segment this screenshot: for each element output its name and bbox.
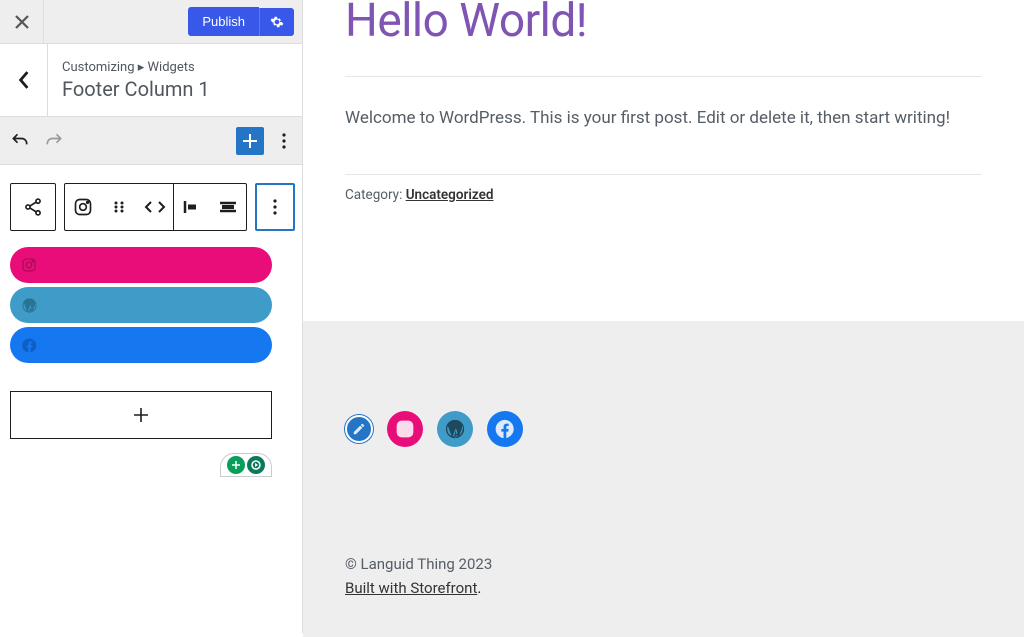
breadcrumb-path: Customizing ▸ Widgets <box>62 60 210 75</box>
add-block-button[interactable] <box>236 127 264 155</box>
post-area: Hello World! Welcome to WordPress. This … <box>303 0 1024 203</box>
instagram-icon <box>395 419 415 439</box>
justify-button[interactable] <box>210 184 246 230</box>
align-button[interactable] <box>174 184 210 230</box>
breadcrumb-separator: ▸ <box>138 60 148 75</box>
move-buttons[interactable] <box>137 184 173 230</box>
post-meta: Category: Uncategorized <box>345 174 982 203</box>
edit-social-button[interactable] <box>345 415 373 443</box>
publish-group: Publish <box>188 7 294 36</box>
footer-social-row <box>345 411 982 447</box>
redo-icon <box>44 131 64 151</box>
badge-green-dark <box>247 456 265 474</box>
footer-wordpress-link[interactable] <box>437 411 473 447</box>
block-toolbar <box>10 183 292 231</box>
top-bar: Publish <box>0 0 302 44</box>
footer-instagram-link[interactable] <box>387 411 423 447</box>
publish-settings-button[interactable] <box>259 8 294 36</box>
copyright-text: © Languid Thing 2023 <box>345 555 982 573</box>
badge-green <box>227 456 245 474</box>
footer-facebook-link[interactable] <box>487 411 523 447</box>
built-with-link[interactable]: Built with Storefront <box>345 579 477 597</box>
editor-toolbar-right <box>236 127 296 155</box>
publish-button[interactable]: Publish <box>188 7 259 36</box>
plus-icon <box>132 406 150 424</box>
social-link-wordpress[interactable] <box>10 287 272 323</box>
block-type-button[interactable] <box>65 184 101 230</box>
more-vertical-icon <box>282 133 286 149</box>
add-widget-button[interactable] <box>10 391 272 439</box>
undo-icon <box>10 131 30 151</box>
block-options-button[interactable] <box>257 185 293 229</box>
block-toolbar-options <box>255 183 295 231</box>
drag-handle[interactable] <box>101 184 137 230</box>
facebook-icon <box>20 336 38 354</box>
editor-canvas <box>0 165 302 633</box>
chevron-left-icon <box>17 71 31 89</box>
block-toolbar-main <box>64 183 247 231</box>
post-title[interactable]: Hello World! <box>345 0 982 48</box>
badge-cluster[interactable] <box>220 453 272 477</box>
back-button[interactable] <box>0 44 48 116</box>
floating-badges <box>10 453 272 477</box>
built-with-suffix: . <box>477 579 481 597</box>
site-preview: Hello World! Welcome to WordPress. This … <box>303 0 1024 633</box>
category-link[interactable]: Uncategorized <box>406 187 494 203</box>
editor-more-button[interactable] <box>272 127 296 155</box>
redo-button <box>40 127 68 155</box>
close-button[interactable] <box>0 0 44 44</box>
share-icon <box>23 197 43 217</box>
drag-icon <box>112 200 126 214</box>
instagram-icon <box>20 256 38 274</box>
instagram-icon <box>73 197 93 217</box>
wordpress-icon <box>444 418 466 440</box>
align-left-icon <box>183 200 201 214</box>
social-link-instagram[interactable] <box>10 247 272 283</box>
wordpress-icon <box>20 296 38 314</box>
facebook-icon <box>494 418 516 440</box>
breadcrumb-bar: Customizing ▸ Widgets Footer Column 1 <box>0 44 302 117</box>
divider <box>345 76 982 77</box>
pencil-icon <box>352 422 366 436</box>
plus-icon <box>241 132 259 150</box>
gear-icon <box>270 15 284 29</box>
breadcrumb-prefix: Customizing <box>62 60 135 75</box>
customizer-panel: Publish Customizing ▸ Widgets Footer Col… <box>0 0 303 633</box>
category-label: Category: <box>345 187 406 203</box>
breadcrumb-content: Customizing ▸ Widgets Footer Column 1 <box>48 50 224 111</box>
block-toolbar-parent <box>10 183 56 231</box>
parent-block-button[interactable] <box>11 184 55 230</box>
editor-toolbar <box>0 117 302 165</box>
built-with: Built with Storefront. <box>345 579 982 597</box>
align-justify-icon <box>219 201 237 213</box>
more-vertical-icon <box>273 199 277 215</box>
undo-redo-group <box>6 127 68 155</box>
chevrons-icon <box>144 200 166 214</box>
footer-zone: © Languid Thing 2023 Built with Storefro… <box>303 321 1024 637</box>
social-link-facebook[interactable] <box>10 327 272 363</box>
breadcrumb-link[interactable]: Widgets <box>148 60 195 75</box>
breadcrumb-title: Footer Column 1 <box>62 77 210 101</box>
post-body: Welcome to WordPress. This is your first… <box>345 105 982 132</box>
undo-button[interactable] <box>6 127 34 155</box>
close-icon <box>15 15 29 29</box>
